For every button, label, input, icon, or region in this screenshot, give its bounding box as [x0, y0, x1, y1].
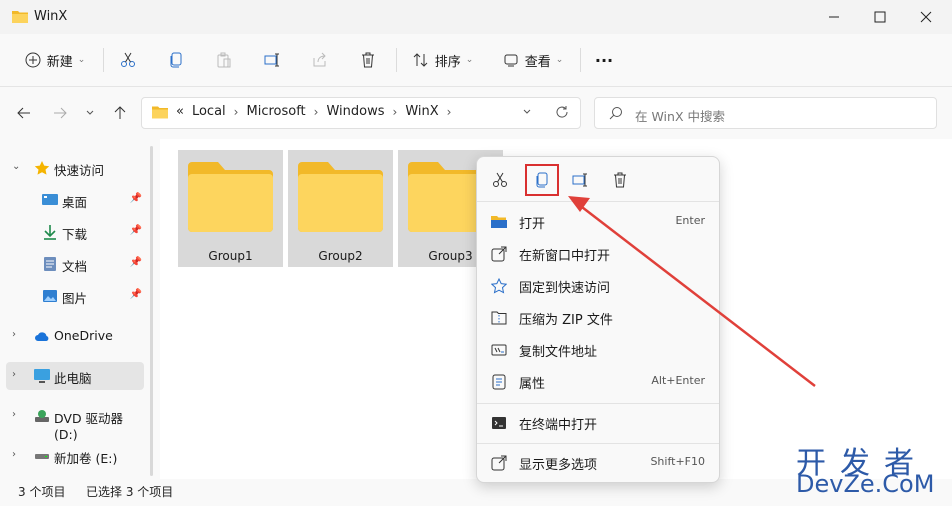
watermark: 开发者 DevZe.CoM: [792, 438, 952, 506]
annotation-arrow: [568, 196, 816, 387]
file-explorer-window: WinX 新建 ⌄ 排序 ⌄ 查看 ⌄ ··· « Local › Micros…: [0, 0, 952, 506]
watermark-line-2: DevZe.CoM: [796, 470, 935, 498]
